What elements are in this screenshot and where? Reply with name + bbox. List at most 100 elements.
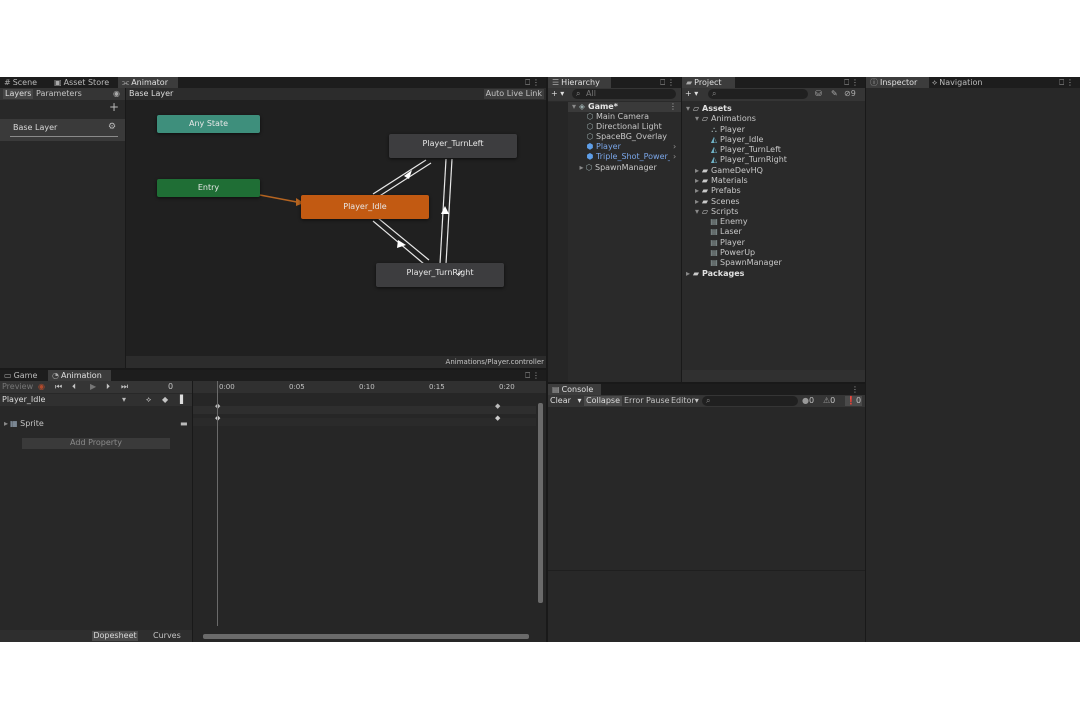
project-search-input[interactable]: ⌕ [708,89,808,99]
script-laser[interactable]: ▤ Laser [710,227,742,237]
property-row[interactable]: ▸ ▦ Sprite [2,419,44,429]
asset-player-controller[interactable]: ⛬ Player [710,125,745,135]
folder-assets[interactable]: ▾ ▱ Assets [684,104,732,114]
layer-item[interactable]: Base Layer ⚙ [0,119,125,141]
filter-label-icon[interactable]: ✎ [831,89,838,99]
add-layer-icon[interactable]: + [109,101,119,113]
asset-player-idle[interactable]: ◭ Player_Idle [710,135,764,145]
vertical-scrollbar[interactable] [538,403,543,603]
tab-navigation[interactable]: ⟡ Navigation [928,77,996,88]
tab-game[interactable]: ▭ Game [0,370,48,381]
expand-arrow-icon[interactable]: ▸ [693,176,701,186]
folder-materials[interactable]: ▸ ▰ Materials [693,176,748,186]
add-event-icon[interactable]: ◆ [162,395,168,405]
create-button[interactable]: + ▾ [551,89,564,99]
playhead[interactable] [217,381,218,626]
lock-icon[interactable]: ⎕ [525,371,530,381]
folder-gamedevhq[interactable]: ▸ ▰ GameDevHQ [693,166,763,176]
tab-hierarchy[interactable]: ☰ Hierarchy [548,77,611,88]
script-enemy[interactable]: ▤ Enemy [710,217,747,227]
chevron-right-icon[interactable]: › [673,142,676,152]
next-frame-icon[interactable]: ⏵ [106,382,110,392]
chevron-down-icon[interactable]: ▾ [577,396,581,405]
dopesheet-tab[interactable]: Dopesheet [92,631,138,641]
kebab-menu-icon[interactable]: ⋮ [532,78,540,88]
scene-row[interactable]: ▾ ◈ Game* ⋮ [568,102,681,112]
collapse-toggle[interactable]: Collapse [584,396,622,406]
state-player-idle[interactable]: Player_Idle [301,195,429,219]
folder-scenes[interactable]: ▸ ▰ Scenes [693,197,740,207]
expand-arrow-icon[interactable]: ▸ [693,186,701,196]
expand-arrow-icon[interactable]: ▸ [684,269,692,279]
kebab-menu-icon[interactable]: ⋮ [851,385,859,395]
asset-player-turnleft[interactable]: ◭ Player_TurnLeft [710,145,781,155]
keyframe-icon[interactable]: ◆ [495,401,500,411]
kebab-menu-icon[interactable]: ⋮ [851,78,859,88]
remove-property-icon[interactable]: ▬ [180,419,188,429]
folder-packages[interactable]: ▸ ▰ Packages [684,269,744,279]
tab-asset-store[interactable]: ▣ Asset Store [50,77,118,88]
eye-icon[interactable]: ◉ [113,89,120,99]
right-to-idle-line[interactable] [377,217,430,261]
curves-tab[interactable]: Curves [153,631,181,641]
tab-animator[interactable]: ⫘ Animator [118,77,178,88]
kebab-menu-icon[interactable]: ⋮ [667,78,675,88]
console-search-input[interactable]: ⌕ [702,396,798,406]
expand-arrow-icon[interactable]: ▾ [684,104,692,114]
log-filter-toggle[interactable]: ●0 [802,396,814,406]
expand-arrow-icon[interactable]: ▾ [693,114,701,124]
timeline[interactable]: 0:00 0:05 0:10 0:15 0:20 ◆ ◆ ◆ ◆ [193,381,546,642]
idle-to-left-line[interactable] [372,159,427,195]
clip-dropdown[interactable]: Player_Idle [2,395,45,405]
error-filter-toggle[interactable]: ❗0 [845,396,863,406]
expand-arrow-icon[interactable]: ▾ [570,102,578,112]
tab-project[interactable]: ▰ Project [682,77,735,88]
hierarchy-item-triple-shot[interactable]: ⬢ Triple_Shot_Power_U [586,152,671,162]
frame-field[interactable]: 0 [168,382,173,392]
filter-type-icon[interactable]: ⛁ [815,89,822,99]
clear-button[interactable]: Clear ▾ [550,396,581,406]
hidden-packages-icon[interactable]: ⊘9 [844,89,856,99]
tab-console[interactable]: ▤ Console [548,384,601,395]
horizontal-scrollbar[interactable] [203,634,529,639]
animator-graph[interactable]: Base Layer Auto Live Link Any State Entr… [126,88,546,368]
preview-button[interactable]: Preview [2,382,33,392]
asset-player-turnright[interactable]: ◭ Player_TurnRight [710,155,787,165]
tab-inspector[interactable]: ⓘ Inspector [866,77,929,88]
script-spawnmanager[interactable]: ▤ SpawnManager [710,258,782,268]
kebab-menu-icon[interactable]: ⋮ [532,371,540,381]
hierarchy-item-spacebg[interactable]: ⬡ SpaceBG_Overlay [586,132,668,142]
kebab-menu-icon[interactable]: ⋮ [1066,78,1074,88]
tab-parameters[interactable]: Parameters [36,89,82,99]
folder-prefabs[interactable]: ▸ ▰ Prefabs [693,186,741,196]
chevron-down-icon[interactable]: ▾ [695,396,699,405]
tab-animation[interactable]: ◔ Animation [48,370,111,381]
add-property-button[interactable]: Add Property [22,438,170,449]
play-icon[interactable]: ▶ [90,382,96,392]
hierarchy-item-main-camera[interactable]: ⬡ Main Camera [586,112,650,122]
hierarchy-item-spawnmanager[interactable]: ▸ ⬡ SpawnManager [578,163,656,173]
lock-icon[interactable]: ⎕ [1059,78,1064,88]
expand-arrow-icon[interactable]: ▸ [693,166,701,176]
layer-settings-icon[interactable]: ⚙ [108,122,116,132]
prev-frame-icon[interactable]: ⏴ [72,382,76,392]
tab-layers[interactable]: Layers [3,89,34,99]
left-to-idle-line[interactable] [377,162,432,198]
last-frame-icon[interactable]: ⏭ [121,382,128,392]
expand-arrow-icon[interactable]: ▸ [693,197,701,207]
lock-icon[interactable]: ⎕ [660,78,665,88]
keyframe-icon[interactable]: ◆ [495,413,500,423]
folder-scripts[interactable]: ▾ ▱ Scripts [693,207,738,217]
create-button[interactable]: + ▾ [685,89,698,99]
warning-filter-toggle[interactable]: ⚠0 [823,396,835,406]
lock-icon[interactable]: ⎕ [844,78,849,88]
hierarchy-item-directional-light[interactable]: ⬡ Directional Light [586,122,662,132]
error-pause-toggle[interactable]: Error Pause [624,396,670,406]
record-icon[interactable]: ◉ [38,382,45,392]
hierarchy-search-input[interactable]: ⌕ All [572,89,676,99]
state-player-turnleft[interactable]: Player_TurnLeft [389,134,517,158]
event-marker-icon[interactable]: ▌ [180,395,186,405]
kebab-menu-icon[interactable]: ⋮ [669,102,677,112]
expand-arrow-icon[interactable]: ▸ [2,419,10,429]
entry-node[interactable]: Entry [157,179,260,197]
